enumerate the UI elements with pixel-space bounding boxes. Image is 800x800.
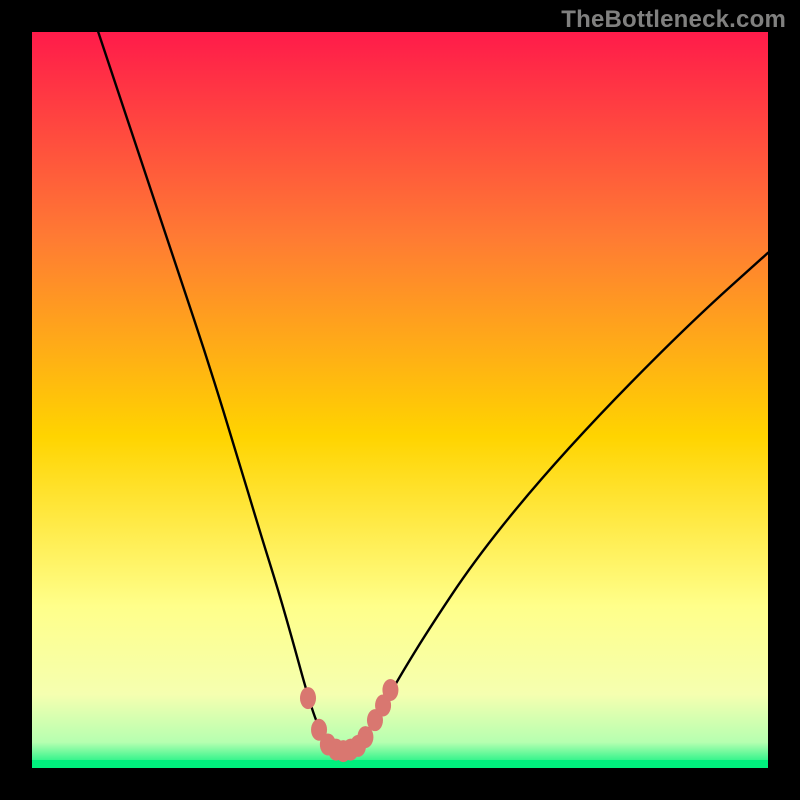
chart-frame: TheBottleneck.com [0, 0, 800, 800]
bottom-band [32, 760, 768, 768]
plot-area [32, 32, 768, 768]
gradient-background [32, 32, 768, 768]
marker-dot [382, 679, 398, 701]
watermark-text: TheBottleneck.com [561, 6, 786, 34]
chart-svg [32, 32, 768, 768]
marker-dot [300, 687, 316, 709]
